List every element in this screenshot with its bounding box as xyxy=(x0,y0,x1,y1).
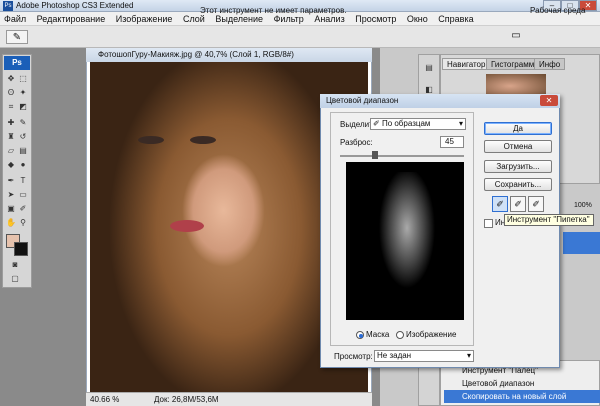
photoshop-icon: Ps xyxy=(3,1,13,11)
eyedropper-minus-icon[interactable]: ✐ xyxy=(528,196,544,212)
menu-window[interactable]: Окно xyxy=(403,12,432,26)
eyedropper-plus-icon[interactable]: ✐ xyxy=(510,196,526,212)
image-radio-label: Изображение xyxy=(406,330,457,339)
invert-checkbox[interactable] xyxy=(484,219,493,228)
save-button[interactable]: Сохранить... xyxy=(484,178,552,191)
select-dropdown[interactable]: ✐ По образцам ▾ xyxy=(370,118,466,130)
image-radio[interactable] xyxy=(396,331,404,339)
panel-zoom-readout: 100% xyxy=(574,202,592,209)
workspace-menu[interactable]: Рабочая среда xyxy=(530,6,585,15)
magic-wand-tool-icon[interactable]: ✦ xyxy=(18,88,28,98)
cancel-button[interactable]: Отмена xyxy=(484,140,552,153)
selection-preview[interactable] xyxy=(346,162,464,320)
eraser-tool-icon[interactable]: ▱ xyxy=(6,146,16,156)
select-dropdown-icon: ✐ xyxy=(373,119,382,128)
zoom-level[interactable]: 40.66 % xyxy=(90,395,119,404)
load-button[interactable]: Загрузить... xyxy=(484,160,552,173)
menu-edit[interactable]: Редактирование xyxy=(33,12,110,26)
blur-tool-icon[interactable]: ◆ xyxy=(6,160,16,170)
chevron-down-icon: ▾ xyxy=(466,351,471,360)
eyedropper-tooltip: Инструмент "Пипетка" xyxy=(504,214,594,226)
chevron-down-icon: ▾ xyxy=(458,119,463,128)
fuzziness-slider-thumb[interactable] xyxy=(371,151,378,159)
healing-tool-icon[interactable]: ✚ xyxy=(6,118,16,128)
notes-tool-icon[interactable]: ▣ xyxy=(6,204,16,214)
ps-logo: Ps xyxy=(4,56,30,70)
fuzziness-input[interactable]: 45 xyxy=(440,136,464,148)
layer-selected-strip xyxy=(563,232,600,254)
background-color-swatch[interactable] xyxy=(14,242,28,256)
hand-tool-icon[interactable]: ✋ xyxy=(6,218,16,228)
document-title: ФотошопГуру-Макияж.jpg @ 40,7% (Слой 1, … xyxy=(98,50,294,59)
path-select-tool-icon[interactable]: ➤ xyxy=(6,190,16,200)
quick-mask-icon[interactable]: ◙ xyxy=(10,260,20,270)
panel-icon-1[interactable]: ▤ xyxy=(424,63,434,73)
eyedropper-tool-preset-icon[interactable]: ✎ xyxy=(6,30,28,44)
shape-tool-icon[interactable]: ▭ xyxy=(18,190,28,200)
type-tool-icon[interactable]: T xyxy=(18,176,28,186)
preview-label: Просмотр: xyxy=(334,352,373,361)
options-note: Этот инструмент не имеет параметров. xyxy=(200,6,347,15)
app-title: Adobe Photoshop CS3 Extended xyxy=(16,1,134,10)
crop-tool-icon[interactable]: ⌗ xyxy=(6,102,16,112)
eyedropper-tool-icon[interactable]: ✐ xyxy=(18,204,28,214)
move-tool-icon[interactable]: ✥ xyxy=(6,74,16,84)
photo-right-eye xyxy=(190,136,216,144)
marquee-tool-icon[interactable]: ⬚ xyxy=(18,74,28,84)
history-item[interactable]: Цветовой диапазон xyxy=(444,377,600,390)
select-dropdown-value: По образцам xyxy=(381,119,431,128)
workspace-icon[interactable]: ▭ xyxy=(508,30,524,44)
eyedropper-icon[interactable]: ✐ xyxy=(492,196,508,212)
preview-dropdown[interactable]: Не задан ▾ xyxy=(374,350,474,362)
document-title-bar: ФотошопГуру-Макияж.jpg @ 40,7% (Слой 1, … xyxy=(86,48,372,62)
mask-radio-label: Маска xyxy=(366,330,390,339)
screen-mode-icon[interactable]: ▢ xyxy=(10,274,20,284)
menu-view[interactable]: Просмотр xyxy=(351,12,400,26)
doc-size: Док: 26,8M/53,6M xyxy=(154,395,219,404)
lasso-tool-icon[interactable]: ʘ xyxy=(6,88,16,98)
photo-left-eye xyxy=(138,136,164,144)
fuzziness-slider-track[interactable] xyxy=(340,155,464,157)
preview-dropdown-value: Не задан xyxy=(377,351,412,360)
dialog-close-button[interactable]: ✕ xyxy=(540,95,558,106)
brush-tool-icon[interactable]: ✎ xyxy=(18,118,28,128)
fuzziness-label: Разброс: xyxy=(340,138,373,147)
history-brush-icon[interactable]: ↺ xyxy=(18,132,28,142)
stamp-tool-icon[interactable]: ♜ xyxy=(6,132,16,142)
tab-info[interactable]: Инфо xyxy=(534,58,566,70)
dialog-title-bar: Цветовой диапазон xyxy=(320,94,560,108)
ok-button[interactable]: Да xyxy=(484,122,552,135)
photo-lips xyxy=(170,220,204,232)
history-item-selected[interactable]: Скопировать на новый слой xyxy=(444,390,600,403)
zoom-tool-icon[interactable]: ⚲ xyxy=(18,218,28,228)
menu-file[interactable]: Файл xyxy=(0,12,30,26)
tab-navigator[interactable]: Навигатор xyxy=(442,58,491,70)
gradient-tool-icon[interactable]: ▤ xyxy=(18,146,28,156)
pen-tool-icon[interactable]: ✒ xyxy=(6,176,16,186)
document-status-bar: 40.66 % Док: 26,8M/53,6M xyxy=(86,392,372,406)
menu-image[interactable]: Изображение xyxy=(112,12,177,26)
dialog-title: Цветовой диапазон xyxy=(326,96,399,105)
mask-radio[interactable] xyxy=(356,331,364,339)
menu-help[interactable]: Справка xyxy=(434,12,477,26)
dodge-tool-icon[interactable]: ● xyxy=(18,160,28,170)
slice-tool-icon[interactable]: ◩ xyxy=(18,102,28,112)
